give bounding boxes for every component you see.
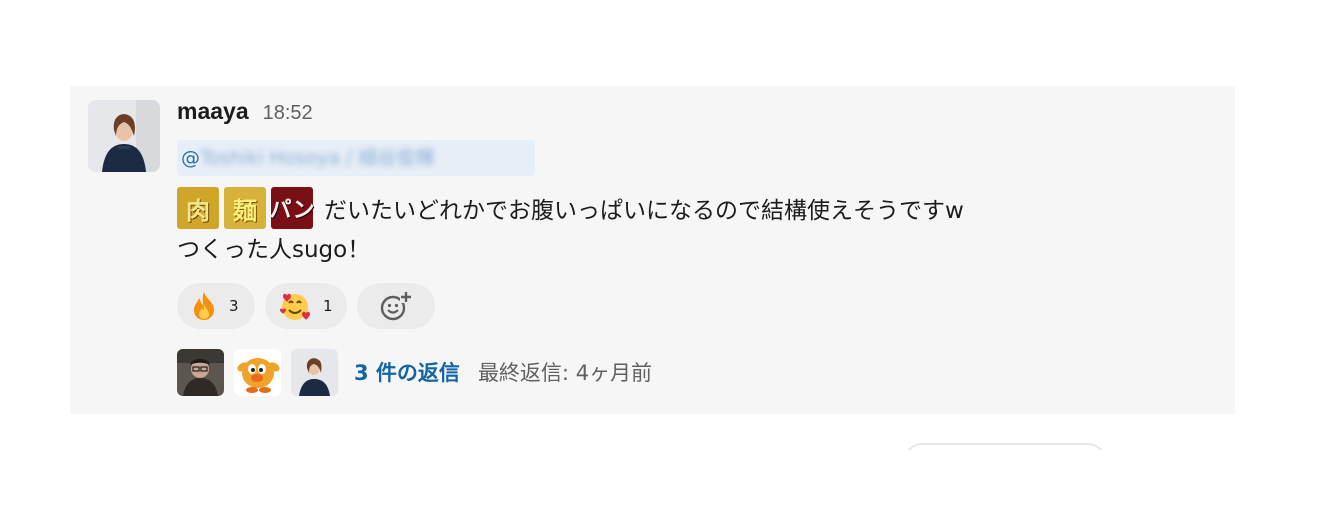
last-reply-time: 最終返信: 4ヶ月前 xyxy=(477,361,653,385)
reply-avatar-1[interactable] xyxy=(177,348,224,396)
men-emoji-icon: 麺 xyxy=(224,187,266,229)
reply-avatar-3[interactable] xyxy=(291,348,338,396)
mention-name-blurred: Toshiki Hosoya / 細谷俊輝 xyxy=(200,147,435,169)
reaction-smiling-face-with-hearts-count: 1 xyxy=(323,297,333,315)
page-background-patch xyxy=(880,450,1130,480)
reaction-fire-count: 3 xyxy=(229,297,239,315)
username[interactable]: maaya xyxy=(177,98,249,125)
pan-emoji-icon: パン xyxy=(269,187,315,229)
reply-avatar-character-icon xyxy=(234,348,281,396)
reaction-fire[interactable]: 3 xyxy=(177,283,255,329)
timestamp[interactable]: 18:52 xyxy=(263,102,313,125)
reply-count-link[interactable]: 3 件の返信 xyxy=(354,357,460,387)
reply-avatar-photo-1 xyxy=(177,348,224,396)
reply-avatar-2[interactable] xyxy=(234,348,281,396)
message-text-line-1: だいたいどれかでお腹いっぱいになるので結構使えそうですw xyxy=(324,198,964,224)
reaction-smiling-face-with-hearts[interactable]: 1 xyxy=(265,283,347,329)
user-mention[interactable]: @Toshiki Hosoya / 細谷俊輝 xyxy=(177,140,535,176)
reactions-bar: 3 1 xyxy=(177,283,1215,329)
niku-emoji-icon: 肉 xyxy=(177,187,219,229)
reply-avatar-photo-3 xyxy=(291,348,338,396)
fire-icon xyxy=(194,292,214,320)
message-header: maaya 18:52 xyxy=(177,98,1215,132)
avatar-photo xyxy=(88,100,160,172)
message-text-line-2: つくった人sugo！ xyxy=(177,237,371,263)
add-reaction-button[interactable] xyxy=(356,283,435,329)
message-line-1: 肉 麺 パン だいたいどれかでお腹いっぱいになるので結構使えそうですw xyxy=(177,187,1215,229)
smiling-face-with-hearts-icon xyxy=(280,293,310,320)
mention-at-sign: @ xyxy=(181,147,200,169)
user-avatar[interactable] xyxy=(88,100,160,172)
add-reaction-icon xyxy=(380,291,412,321)
thread-replies[interactable]: 3 件の返信 最終返信: 4ヶ月前 xyxy=(177,347,1215,397)
message-row[interactable]: maaya 18:52 @Toshiki Hosoya / 細谷俊輝 肉 麺 パ… xyxy=(70,86,1235,414)
